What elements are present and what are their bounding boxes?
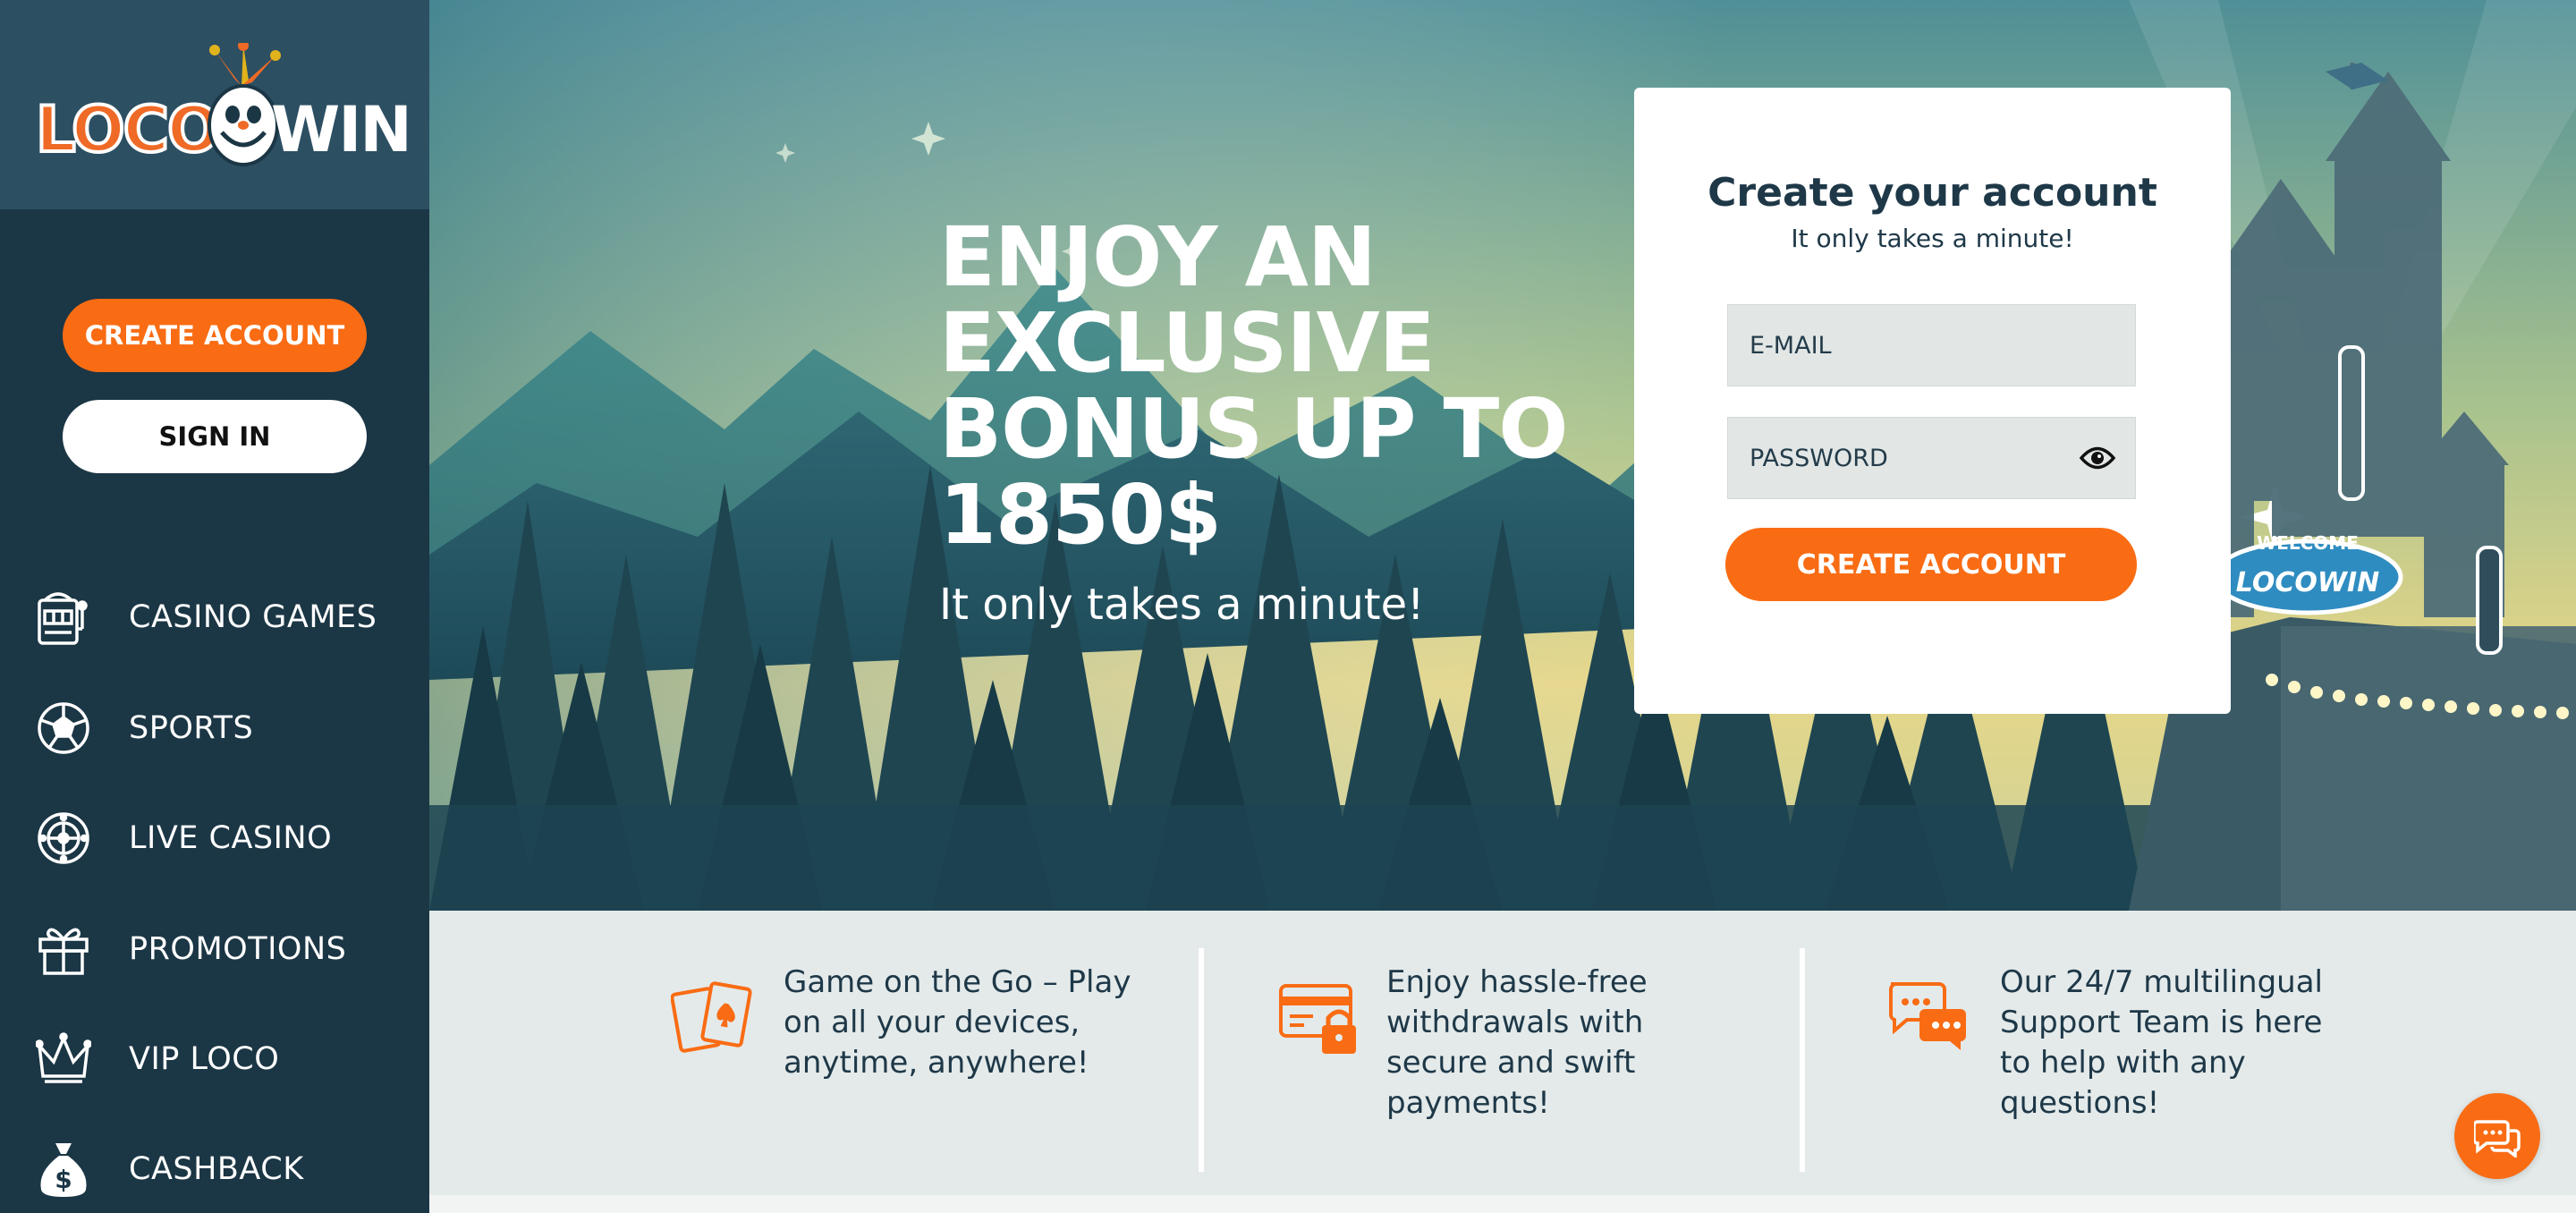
sidebar-item-sports[interactable]: SPORTS [0,683,429,773]
logo-text-win: WIN [271,93,412,166]
svg-text:LOCOWIN: LOCOWIN [2236,567,2379,598]
sidebar-item-label: PROMOTIONS [129,931,347,967]
sidebar-item-casino-games[interactable]: CASINO GAMES [0,573,429,662]
signup-title: Create your account [1707,170,2157,216]
jester-crown-icon [34,1030,93,1089]
sidebar-item-label: CASINO GAMES [129,599,377,635]
hero-headline: ENJOY AN EXCLUSIVE BONUS UP TO 1850$ [939,209,1568,563]
sidebar-item-label: LIVE CASINO [129,820,333,856]
soccer-ball-icon [34,699,93,758]
signup-create-account-button[interactable]: CREATE ACCOUNT [1725,528,2137,601]
signup-subtitle: It only takes a minute! [1791,224,2074,253]
logo-text-loco: LOCO [34,93,222,166]
sidebar-sign-in-button[interactable]: SIGN IN [63,400,367,473]
features-divider [1199,948,1204,1172]
hero-subline: It only takes a minute! [939,580,1425,630]
sidebar-item-cashback[interactable]: $ CASHBACK [0,1124,429,1213]
sidebar-item-label: VIP LOCO [129,1041,280,1077]
email-field[interactable] [1750,331,2072,360]
svg-text:WELCOME: WELCOME [2257,532,2359,554]
password-field[interactable] [1750,444,2072,472]
live-chat-icon [2474,1120,2521,1158]
gift-icon [34,920,93,979]
hero-banner: LOCOWIN WELCOME ENJOY AN EXCLUSIVE BONUS… [429,0,2576,911]
sidebar-item-live-casino[interactable]: LIVE CASINO [0,793,429,883]
slot-machine-icon [34,588,93,647]
features-strip: Game on the Go – Play on all your device… [429,911,2576,1195]
money-bag-icon: $ [34,1140,93,1199]
sidebar-item-label: SPORTS [129,710,254,746]
secure-card-icon [1279,984,1356,1054]
sidebar: LOCO WIN CREATE ACCOUNT SIGN IN CASINO G… [0,0,429,1213]
playing-cards-icon [671,981,752,1053]
sidebar-item-label: CASHBACK [129,1151,304,1187]
live-chat-button[interactable] [2454,1093,2540,1179]
roulette-wheel-icon [34,809,93,868]
page-bottom-edge [429,1195,2576,1213]
sidebar-item-vip-loco[interactable]: VIP LOCO [0,1014,429,1104]
svg-text:$: $ [55,1165,72,1194]
logo-area: LOCO WIN [0,0,429,209]
chat-bubbles-icon [1889,982,1966,1050]
locowin-logo[interactable]: LOCO WIN [34,43,412,177]
sidebar-create-account-button[interactable]: CREATE ACCOUNT [63,299,367,372]
signup-card: Create your account It only takes a minu… [1634,88,2231,714]
feature-text: Enjoy hassle-free withdrawals with secur… [1386,964,1648,1121]
eye-icon[interactable] [2080,445,2115,471]
sidebar-item-promotions[interactable]: PROMOTIONS [0,904,429,994]
feature-text: Game on the Go – Play on all your device… [784,964,1131,1081]
features-divider [1800,948,1805,1172]
email-field-wrapper [1727,304,2136,386]
feature-text: Our 24/7 multilingual Support Team is he… [2000,964,2324,1121]
password-field-wrapper [1727,417,2136,499]
